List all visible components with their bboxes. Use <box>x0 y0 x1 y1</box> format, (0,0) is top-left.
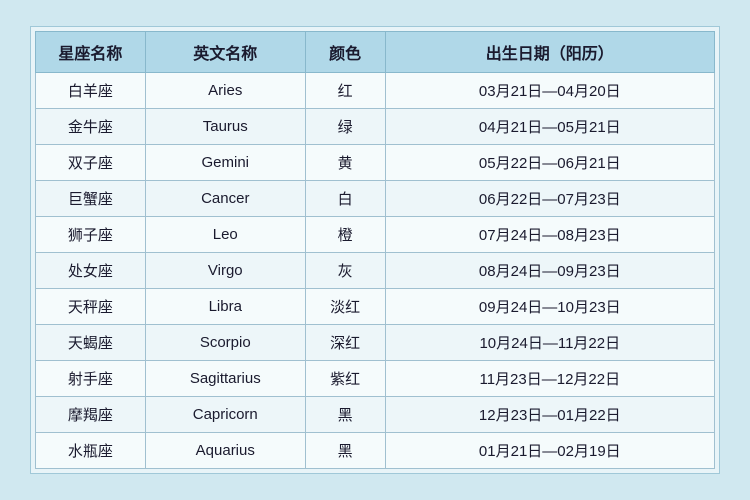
cell-english: Capricorn <box>145 397 305 433</box>
table-row: 天秤座Libra淡红09月24日—10月23日 <box>36 289 715 325</box>
table-row: 天蝎座Scorpio深红10月24日—11月22日 <box>36 325 715 361</box>
cell-date: 07月24日—08月23日 <box>385 217 714 253</box>
cell-color: 黑 <box>305 397 385 433</box>
cell-chinese: 金牛座 <box>36 109 146 145</box>
cell-date: 04月21日—05月21日 <box>385 109 714 145</box>
cell-english: Cancer <box>145 181 305 217</box>
cell-english: Virgo <box>145 253 305 289</box>
cell-english: Taurus <box>145 109 305 145</box>
cell-color: 淡红 <box>305 289 385 325</box>
table-header-row: 星座名称 英文名称 颜色 出生日期（阳历） <box>36 32 715 73</box>
header-chinese: 星座名称 <box>36 32 146 73</box>
table-row: 处女座Virgo灰08月24日—09月23日 <box>36 253 715 289</box>
cell-date: 11月23日—12月22日 <box>385 361 714 397</box>
zodiac-table: 星座名称 英文名称 颜色 出生日期（阳历） 白羊座Aries红03月21日—04… <box>35 31 715 469</box>
cell-chinese: 白羊座 <box>36 73 146 109</box>
cell-chinese: 射手座 <box>36 361 146 397</box>
cell-english: Gemini <box>145 145 305 181</box>
cell-chinese: 水瓶座 <box>36 433 146 469</box>
cell-chinese: 处女座 <box>36 253 146 289</box>
table-row: 金牛座Taurus绿04月21日—05月21日 <box>36 109 715 145</box>
table-row: 白羊座Aries红03月21日—04月20日 <box>36 73 715 109</box>
table-row: 巨蟹座Cancer白06月22日—07月23日 <box>36 181 715 217</box>
cell-color: 深红 <box>305 325 385 361</box>
cell-date: 06月22日—07月23日 <box>385 181 714 217</box>
cell-english: Aries <box>145 73 305 109</box>
cell-chinese: 狮子座 <box>36 217 146 253</box>
header-color: 颜色 <box>305 32 385 73</box>
cell-chinese: 天蝎座 <box>36 325 146 361</box>
cell-date: 09月24日—10月23日 <box>385 289 714 325</box>
cell-date: 10月24日—11月22日 <box>385 325 714 361</box>
cell-date: 03月21日—04月20日 <box>385 73 714 109</box>
cell-english: Sagittarius <box>145 361 305 397</box>
cell-color: 红 <box>305 73 385 109</box>
cell-date: 01月21日—02月19日 <box>385 433 714 469</box>
table-row: 水瓶座Aquarius黑01月21日—02月19日 <box>36 433 715 469</box>
cell-english: Scorpio <box>145 325 305 361</box>
table-row: 双子座Gemini黄05月22日—06月21日 <box>36 145 715 181</box>
header-date: 出生日期（阳历） <box>385 32 714 73</box>
cell-chinese: 巨蟹座 <box>36 181 146 217</box>
header-english: 英文名称 <box>145 32 305 73</box>
cell-color: 绿 <box>305 109 385 145</box>
cell-color: 灰 <box>305 253 385 289</box>
cell-chinese: 天秤座 <box>36 289 146 325</box>
table-row: 狮子座Leo橙07月24日—08月23日 <box>36 217 715 253</box>
cell-date: 05月22日—06月21日 <box>385 145 714 181</box>
table-row: 摩羯座Capricorn黑12月23日—01月22日 <box>36 397 715 433</box>
cell-color: 白 <box>305 181 385 217</box>
cell-date: 12月23日—01月22日 <box>385 397 714 433</box>
cell-chinese: 摩羯座 <box>36 397 146 433</box>
cell-color: 黑 <box>305 433 385 469</box>
cell-english: Aquarius <box>145 433 305 469</box>
cell-english: Libra <box>145 289 305 325</box>
table-row: 射手座Sagittarius紫红11月23日—12月22日 <box>36 361 715 397</box>
zodiac-table-container: 星座名称 英文名称 颜色 出生日期（阳历） 白羊座Aries红03月21日—04… <box>30 26 720 474</box>
cell-english: Leo <box>145 217 305 253</box>
cell-date: 08月24日—09月23日 <box>385 253 714 289</box>
cell-chinese: 双子座 <box>36 145 146 181</box>
cell-color: 紫红 <box>305 361 385 397</box>
cell-color: 黄 <box>305 145 385 181</box>
cell-color: 橙 <box>305 217 385 253</box>
